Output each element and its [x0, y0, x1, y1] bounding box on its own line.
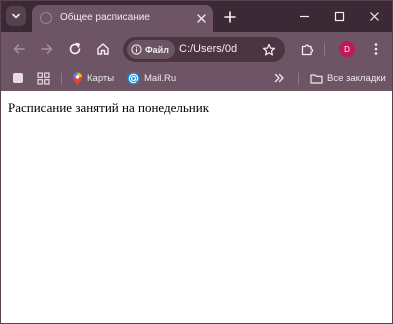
arrow-left-icon — [13, 44, 25, 54]
bookmark-label: Mail.Ru — [144, 73, 177, 84]
address-bar[interactable]: Файл C:/Users/0d — [123, 37, 285, 62]
double-chevron-right-icon — [274, 73, 284, 83]
chevron-down-icon — [12, 13, 20, 19]
forward-button[interactable] — [38, 40, 56, 58]
tab-strip: Общее расписание — [1, 1, 392, 32]
navigation-toolbar: Файл C:/Users/0d D — [1, 32, 392, 66]
active-tab[interactable]: Общее расписание — [32, 5, 213, 32]
site-chip-label: Файл — [145, 44, 169, 55]
bookmarks-divider — [61, 73, 62, 85]
browser-window: Общее расписание Файл C:/Users/0d D Карт… — [0, 0, 393, 324]
url-text[interactable]: C:/Users/0d — [179, 43, 253, 55]
minimize-icon — [299, 15, 309, 17]
at-sign-icon — [127, 72, 140, 85]
more-bookmarks-button[interactable] — [272, 71, 286, 85]
reload-icon — [69, 42, 81, 55]
close-icon — [197, 14, 206, 23]
bookmark-label: Карты — [87, 73, 115, 84]
tab-close-button[interactable] — [195, 12, 208, 25]
bookmarks-bar: Карты Mail.Ru Все закладки — [1, 66, 392, 91]
extensions-button[interactable] — [298, 40, 316, 58]
new-tab-button[interactable] — [222, 9, 238, 25]
profile-avatar[interactable]: D — [339, 41, 355, 57]
bookmark-mailru[interactable]: Mail.Ru — [127, 70, 176, 87]
maximize-button[interactable] — [330, 7, 348, 25]
all-bookmarks-label: Все закладки — [327, 73, 386, 84]
close-window-button[interactable] — [365, 7, 383, 25]
toolbar-divider — [324, 43, 325, 56]
page-heading: Расписание занятий на понедельник — [8, 100, 210, 115]
apps-grid-button[interactable] — [36, 71, 50, 85]
tab-search-button[interactable] — [6, 6, 26, 26]
reload-button[interactable] — [66, 40, 84, 58]
plus-icon — [224, 11, 236, 23]
info-icon — [131, 44, 142, 55]
puzzle-icon — [301, 43, 313, 55]
tab-title: Общее расписание — [60, 12, 150, 23]
maps-pin-icon — [73, 72, 82, 85]
app-square-icon[interactable] — [11, 71, 25, 85]
site-info-chip[interactable]: Файл — [127, 40, 175, 59]
close-icon — [369, 11, 379, 21]
home-button[interactable] — [94, 40, 112, 58]
more-vertical-icon — [374, 43, 378, 55]
maximize-icon — [334, 11, 344, 21]
bookmark-maps[interactable]: Карты — [72, 70, 114, 87]
star-icon — [262, 43, 275, 55]
arrow-right-icon — [41, 44, 53, 54]
folder-icon — [310, 74, 323, 84]
globe-icon — [40, 12, 52, 24]
minimize-button[interactable] — [295, 7, 313, 25]
menu-button[interactable] — [367, 40, 385, 58]
bookmark-star-button[interactable] — [260, 41, 277, 58]
square-icon — [13, 73, 23, 83]
all-bookmarks-button[interactable]: Все закладки — [310, 70, 386, 87]
page-content: Расписание занятий на понедельник — [1, 91, 392, 323]
bookmarks-divider — [298, 73, 299, 85]
grid-icon — [36, 71, 50, 85]
home-icon — [97, 43, 109, 55]
back-button[interactable] — [10, 40, 28, 58]
